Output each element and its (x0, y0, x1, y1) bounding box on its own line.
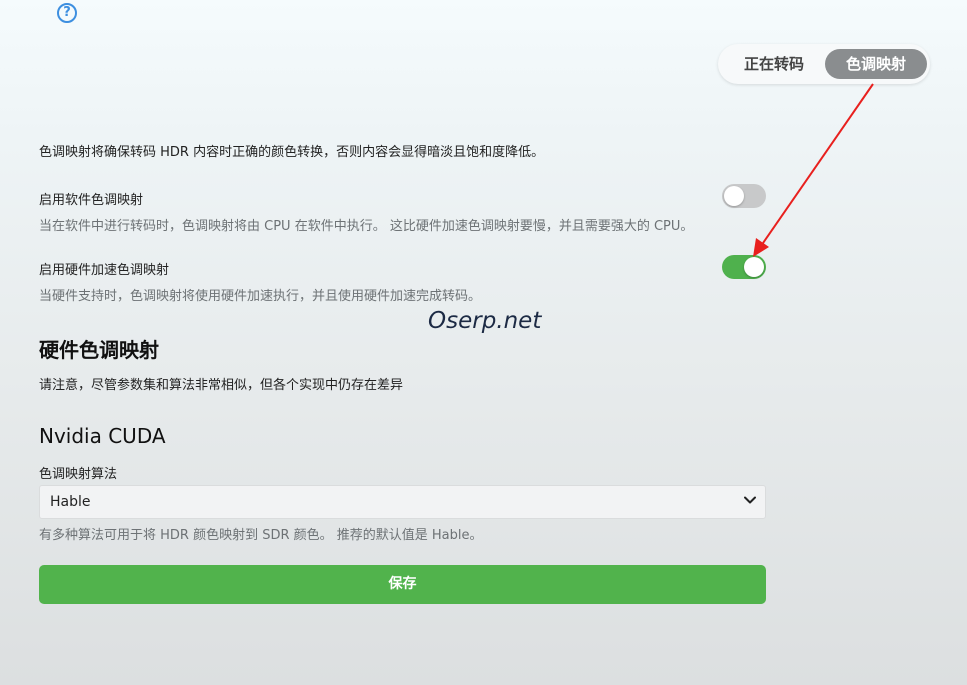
chevron-down-icon (744, 496, 756, 504)
algorithm-select-value: Hable (50, 494, 91, 510)
intro-text: 色调映射将确保转码 HDR 内容时正确的颜色转换，否则内容会显得暗淡且饱和度降低… (39, 145, 545, 160)
algorithm-label: 色调映射算法 (39, 467, 118, 482)
algorithm-select[interactable]: Hable (39, 485, 766, 519)
help-icon[interactable]: ? (57, 3, 77, 23)
save-button[interactable]: 保存 (39, 565, 766, 604)
toggle-knob (744, 257, 764, 277)
toggle-knob (724, 186, 744, 206)
software-tonemap-desc: 当在软件中进行转码时，色调映射将由 CPU 在软件中执行。 这比硬件加速色调映射… (39, 219, 694, 234)
hardware-tonemap-title: 启用硬件加速色调映射 (39, 263, 170, 278)
hardware-tonemap-heading: 硬件色调映射 (39, 338, 159, 362)
tab-tone-mapping[interactable]: 色调映射 (825, 49, 927, 79)
algorithm-desc: 有多种算法可用于将 HDR 颜色映射到 SDR 颜色。 推荐的默认值是 Habl… (39, 528, 483, 543)
cuda-heading: Nvidia CUDA (39, 424, 166, 448)
hardware-note: 请注意，尽管参数集和算法非常相似，但各个实现中仍存在差异 (39, 378, 404, 393)
watermark-text: Oserp.net (428, 308, 542, 334)
software-tonemap-toggle[interactable] (722, 184, 766, 208)
tab-switcher: 正在转码 色调映射 (718, 44, 930, 84)
software-tonemap-title: 启用软件色调映射 (39, 193, 144, 208)
tab-transcoding[interactable]: 正在转码 (730, 49, 818, 79)
hardware-tonemap-desc: 当硬件支持时，色调映射将使用硬件加速执行，并且使用硬件加速完成转码。 (39, 289, 482, 304)
hardware-tonemap-toggle[interactable] (722, 255, 766, 279)
